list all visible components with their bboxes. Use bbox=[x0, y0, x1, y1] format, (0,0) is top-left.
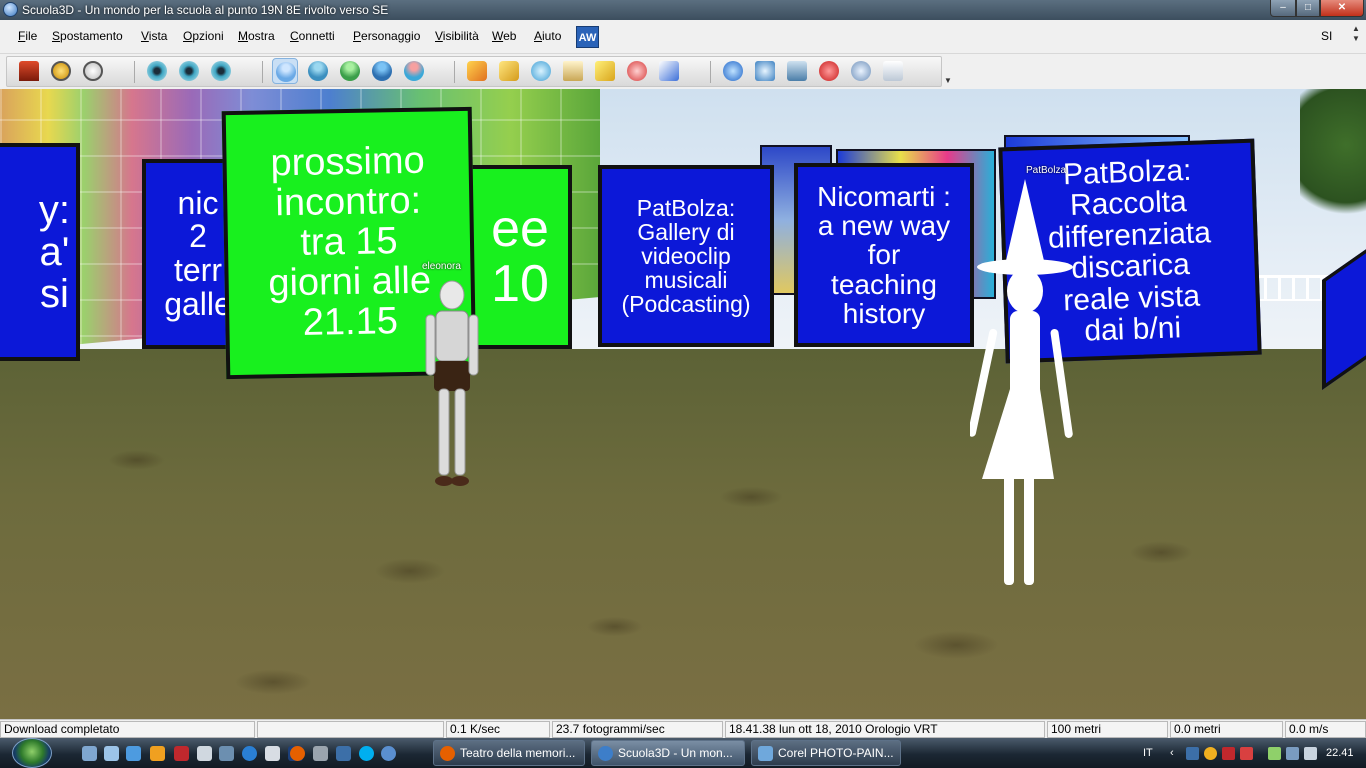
volume-icon[interactable] bbox=[1304, 747, 1317, 760]
status-bar: Download completato 0.1 K/sec 23.7 fotog… bbox=[0, 719, 1366, 738]
explorer-icon[interactable] bbox=[126, 746, 141, 761]
contacts-icon[interactable] bbox=[337, 58, 363, 84]
browser-icon[interactable] bbox=[720, 58, 746, 84]
menu-scroll-arrows[interactable]: ▲ ▼ bbox=[1352, 24, 1360, 44]
info-panel[interactable]: y: a' si bbox=[0, 143, 80, 361]
eye-right-icon[interactable] bbox=[208, 58, 234, 84]
info-panel[interactable]: Nicomarti : a new way for teaching histo… bbox=[794, 163, 974, 347]
friends-icon[interactable] bbox=[369, 58, 395, 84]
taskbar: Teatro della memori... Scuola3D - Un mon… bbox=[0, 738, 1366, 768]
status-message: Download completato bbox=[0, 721, 255, 738]
chat-bubble-icon[interactable] bbox=[528, 58, 554, 84]
build-icon[interactable] bbox=[496, 58, 522, 84]
status-visibility: 100 metri bbox=[1047, 721, 1168, 738]
eye-left-icon[interactable] bbox=[176, 58, 202, 84]
chevron-left-icon[interactable]: ‹ bbox=[1170, 747, 1174, 759]
status-blank bbox=[257, 721, 444, 738]
status-speed: 0.1 K/sec bbox=[446, 721, 550, 738]
paint-icon[interactable] bbox=[219, 746, 234, 761]
taskbar-button-scuola3d[interactable]: Scuola3D - Un mon... bbox=[591, 740, 745, 766]
stop-icon[interactable] bbox=[80, 58, 106, 84]
menu-si-label: SI bbox=[1321, 29, 1333, 43]
tray-icon[interactable] bbox=[1186, 747, 1199, 760]
minimize-button[interactable]: – bbox=[1270, 0, 1296, 17]
menu-bar: File Spostamento Vista Opzioni Mostra Co… bbox=[0, 20, 1366, 54]
tray-icon[interactable] bbox=[1204, 747, 1217, 760]
aw-browser-icon[interactable] bbox=[381, 746, 396, 761]
firefox-icon[interactable] bbox=[290, 746, 305, 761]
clock[interactable]: 22.41 bbox=[1326, 747, 1354, 759]
help-icon[interactable] bbox=[624, 58, 650, 84]
show-desktop-icon[interactable] bbox=[82, 746, 97, 761]
menu-aiuto[interactable]: Aiuto bbox=[534, 29, 561, 43]
calculator-icon[interactable] bbox=[197, 746, 212, 761]
menu-vista[interactable]: Vista bbox=[141, 29, 167, 43]
avatar-patbolza[interactable] bbox=[970, 179, 1080, 599]
avatar-name-label: eleonora bbox=[422, 261, 461, 272]
language-indicator[interactable]: IT bbox=[1143, 747, 1153, 759]
toolbar: ▼ bbox=[0, 54, 1366, 89]
menu-opzioni[interactable]: Opzioni bbox=[183, 29, 224, 43]
menu-visibilita[interactable]: Visibilità bbox=[435, 29, 479, 43]
back-icon[interactable] bbox=[48, 58, 74, 84]
taskbar-button-teatro[interactable]: Teatro della memori... bbox=[433, 740, 585, 766]
menu-personaggio[interactable]: Personaggio bbox=[353, 29, 420, 43]
aw-icon[interactable] bbox=[752, 58, 778, 84]
edit-icon[interactable] bbox=[592, 58, 618, 84]
info-panel[interactable]: PatBolza: Gallery di videoclip musicali … bbox=[598, 165, 774, 347]
network-icon[interactable] bbox=[336, 746, 351, 761]
camera-icon[interactable] bbox=[784, 58, 810, 84]
menu-mostra[interactable]: Mostra bbox=[238, 29, 275, 43]
start-button[interactable] bbox=[12, 738, 52, 768]
status-altitude: 0.0 metri bbox=[1170, 721, 1283, 738]
menu-spostamento[interactable]: Spostamento bbox=[52, 29, 123, 43]
menu-web[interactable]: Web bbox=[492, 29, 516, 43]
lightning-icon[interactable] bbox=[656, 58, 682, 84]
media-player-icon[interactable] bbox=[150, 746, 165, 761]
close-button[interactable]: ✕ bbox=[1320, 0, 1364, 17]
filezilla-icon[interactable] bbox=[174, 746, 189, 761]
internet-explorer-icon[interactable] bbox=[242, 746, 257, 761]
network-tray-icon[interactable] bbox=[1286, 747, 1299, 760]
notes-icon[interactable] bbox=[560, 58, 586, 84]
tree bbox=[1300, 89, 1366, 229]
avatar-eleonora[interactable] bbox=[420, 275, 484, 495]
aw-logo-icon[interactable]: AW bbox=[576, 26, 599, 48]
grass-ground bbox=[0, 349, 1366, 719]
app-icon[interactable] bbox=[3, 2, 18, 17]
app-icon[interactable] bbox=[313, 746, 328, 761]
firefox-icon bbox=[440, 746, 455, 761]
teleport-icon[interactable] bbox=[464, 58, 490, 84]
avatar-name-label: PatBolza bbox=[1026, 165, 1067, 176]
status-fps: 23.7 fotogrammi/sec bbox=[552, 721, 723, 738]
antivirus-icon[interactable] bbox=[1222, 747, 1235, 760]
eye-icon[interactable] bbox=[144, 58, 170, 84]
toolbar-overflow-chevron[interactable]: ▼ bbox=[944, 76, 952, 85]
window-switch-icon[interactable] bbox=[104, 746, 119, 761]
chat-users-icon[interactable] bbox=[401, 58, 427, 84]
corel-icon bbox=[758, 746, 773, 761]
status-clock: 18.41.38 lun ott 18, 2010 Orologio VRT bbox=[725, 721, 1045, 738]
3d-viewport[interactable]: y: a' si nic 2 terr galle ee 10 prossimo… bbox=[0, 89, 1366, 719]
window-title: Scuola3D - Un mondo per la scuola al pun… bbox=[22, 3, 389, 17]
tray-icon[interactable] bbox=[1240, 747, 1253, 760]
settings-icon[interactable] bbox=[848, 58, 874, 84]
status-velocity: 0.0 m/s bbox=[1285, 721, 1366, 738]
shirt-icon[interactable] bbox=[880, 58, 906, 84]
telegram-icon[interactable] bbox=[305, 58, 331, 84]
menu-connetti[interactable]: Connetti bbox=[290, 29, 335, 43]
home-icon[interactable] bbox=[16, 58, 42, 84]
maximize-button[interactable]: □ bbox=[1296, 0, 1320, 17]
menu-file[interactable]: File bbox=[18, 29, 37, 43]
signal-icon[interactable] bbox=[1268, 747, 1281, 760]
folder-icon[interactable] bbox=[265, 746, 280, 761]
taskbar-button-corel[interactable]: Corel PHOTO-PAIN... bbox=[751, 740, 901, 766]
close-circle-icon[interactable] bbox=[816, 58, 842, 84]
title-bar: Scuola3D - Un mondo per la scuola al pun… bbox=[0, 0, 1366, 20]
avatar-icon[interactable] bbox=[272, 58, 298, 84]
skype-icon[interactable] bbox=[359, 746, 374, 761]
scuola3d-icon bbox=[598, 746, 613, 761]
